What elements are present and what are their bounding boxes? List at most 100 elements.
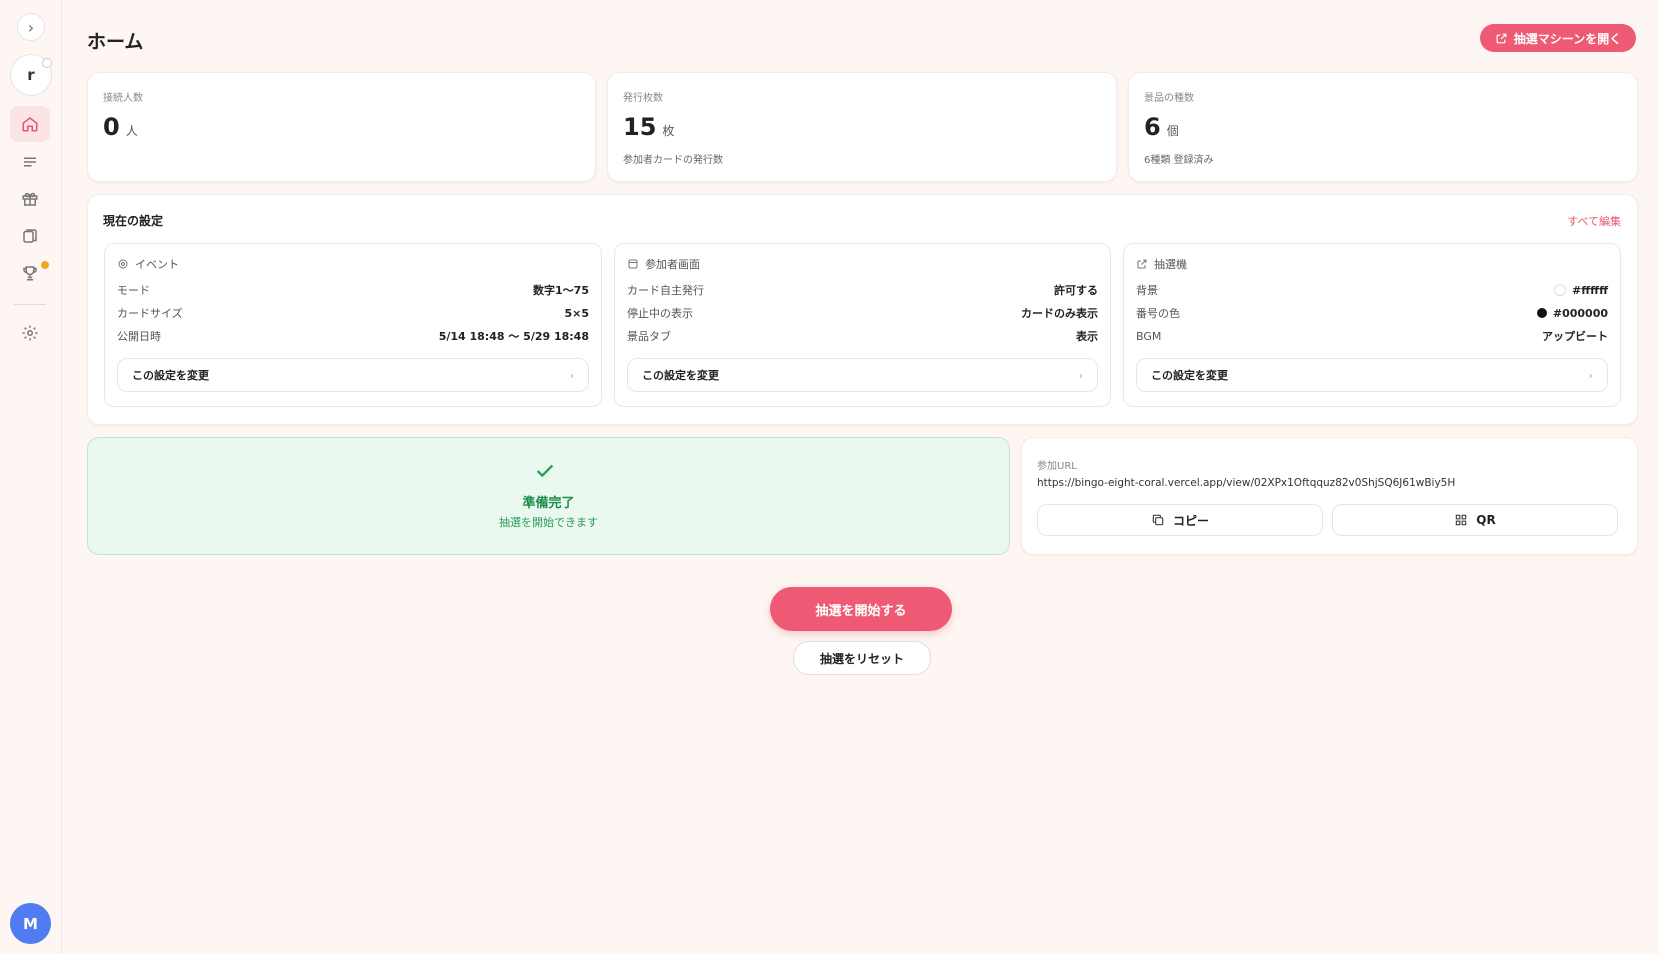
color-swatch [1554,284,1567,296]
setting-key: BGM [1136,329,1162,343]
setting-row: モード 数字1〜75 [117,282,589,298]
open-machine-button[interactable]: 抽選マシーンを開く [1480,24,1636,52]
panel-header: 参加者画面 [627,256,700,272]
chevron-right-icon: › [1588,368,1593,382]
qr-icon [1456,514,1467,526]
stat-unit: 人 [125,124,138,138]
stat-unit: 枚 [662,124,675,138]
change-label: この設定を変更 [132,369,209,382]
chevron-right-icon: › [569,368,574,382]
stat-card-prizes: 景品の種数 6個 6種類 登録済み [1128,72,1638,182]
open-machine-label: 抽選マシーンを開く [1513,31,1622,46]
setting-key: モード [117,284,150,297]
trophy-icon [23,266,37,281]
setting-value: 5×5 [564,306,589,320]
cards-icon [23,229,37,243]
start-draw-button[interactable]: 抽選を開始する [770,587,952,631]
copy-icon [1152,514,1164,526]
stat-label: 発行枚数 [623,93,663,104]
setting-key: 背景 [1136,284,1158,297]
setting-key: 公開日時 [117,330,161,343]
qr-label: QR [1476,513,1496,527]
setting-value: 表示 [1076,330,1098,343]
change-participant-settings-button[interactable]: この設定を変更 › [627,358,1098,392]
room-initial: r [27,66,35,84]
setting-key: 停止中の表示 [627,307,693,320]
stat-sub: 参加者カードの発行数 [623,155,723,166]
sidebar-toggle-button[interactable]: › [17,13,45,41]
setting-key: 景品タブ [627,330,671,343]
setting-value: 許可する [1054,284,1098,297]
sidebar-item-home[interactable] [10,106,50,142]
ready-title: 準備完了 [522,496,575,511]
user-avatar[interactable]: M [10,903,51,944]
external-link-icon [1496,33,1507,43]
settings-title: 現在の設定 [103,214,164,228]
check-icon [534,460,556,486]
stat-value: 15 枚 [623,113,674,141]
join-url-card: 参加URL https://bingo-eight-coral.vercel.a… [1021,437,1638,555]
join-url-text[interactable]: https://bingo-eight-coral.vercel.app/vie… [1037,477,1455,489]
list-icon [24,157,36,167]
qr-button[interactable]: QR [1332,504,1618,536]
panel-title: 抽選機 [1154,258,1187,271]
settings-card: 現在の設定 すべて編集 イベント モード 数字1〜75 カードサイズ 5×5 公開日… [87,194,1638,425]
color-value: #000000 [1552,306,1608,320]
chevron-right-icon: › [1078,368,1083,382]
setting-row: カードサイズ 5×5 [117,305,589,321]
sidebar-divider [14,304,46,305]
copy-button[interactable]: コピー [1037,504,1323,536]
sidebar: › r M [0,0,62,954]
setting-row: 番号の色 #000000 [1136,305,1608,321]
setting-row: 停止中の表示 カードのみ表示 [627,305,1098,321]
sidebar-item-settings[interactable] [10,315,50,351]
setting-value: #000000 [1536,306,1608,320]
copy-label: コピー [1172,513,1209,528]
edit-all-link[interactable]: すべて編集 [1567,213,1621,229]
event-settings-panel: イベント モード 数字1〜75 カードサイズ 5×5 公開日時 5/14 18:48 … [104,243,602,407]
panel-title: イベント [135,258,179,271]
panel-header: 抽選機 [1136,256,1187,272]
ready-subtitle: 抽選を開始できます [499,516,598,529]
participant-settings-panel: 参加者画面 カード自主発行 許可する 停止中の表示 カードのみ表示 景品タブ 表示 こ… [614,243,1111,407]
sidebar-item-cards[interactable] [10,218,50,254]
stat-number: 15 [623,113,657,141]
panel-header: イベント [117,256,179,272]
status-indicator [42,58,52,68]
stat-card-issued: 発行枚数 15 枚 参加者カードの発行数 [607,72,1117,182]
setting-row: カード自主発行 許可する [627,282,1098,298]
change-event-settings-button[interactable]: この設定を変更 › [117,358,589,392]
panel-title: 参加者画面 [645,258,700,271]
setting-value: 数字1〜75 [533,284,589,297]
page-title: ホーム [87,31,144,53]
gift-icon [22,192,38,206]
setting-value: 5/14 18:48 〜 5/29 18:48 [438,330,589,343]
stat-unit: 個 [1166,124,1179,138]
reset-draw-button[interactable]: 抽選をリセット [793,641,931,675]
gear-icon [22,325,38,341]
stat-label: 接続人数 [103,93,143,104]
notification-badge [41,261,49,269]
chevron-right-icon: › [27,17,35,37]
setting-row: 背景 #ffffff [1136,282,1608,298]
setting-key: カード自主発行 [627,284,704,297]
user-initial: M [23,914,38,933]
change-label: この設定を変更 [1151,369,1228,382]
stat-label: 景品の種数 [1144,93,1194,104]
setting-value: #ffffff [1554,284,1608,297]
stat-sub: 6種類 登録済み [1144,155,1214,166]
external-link-icon [1137,259,1147,269]
sidebar-item-prizes[interactable] [10,181,50,217]
setting-key: カードサイズ [117,307,183,320]
stat-card-connections: 接続人数 0人 [87,72,596,182]
setting-key: 番号の色 [1136,307,1180,320]
color-value: #ffffff [1572,283,1608,297]
setting-row: 景品タブ 表示 [627,328,1098,344]
change-machine-settings-button[interactable]: この設定を変更 › [1136,358,1608,392]
sidebar-item-history[interactable] [10,144,50,180]
stat-number: 6 [1144,113,1161,141]
stat-number: 0 [103,113,120,141]
machine-settings-panel: 抽選機 背景 #ffffff 番号の色 #000000 BGM アップビート この設定… [1123,243,1621,407]
setting-value: アップビート [1542,330,1608,343]
setting-row: 公開日時 5/14 18:48 〜 5/29 18:48 [117,328,589,344]
